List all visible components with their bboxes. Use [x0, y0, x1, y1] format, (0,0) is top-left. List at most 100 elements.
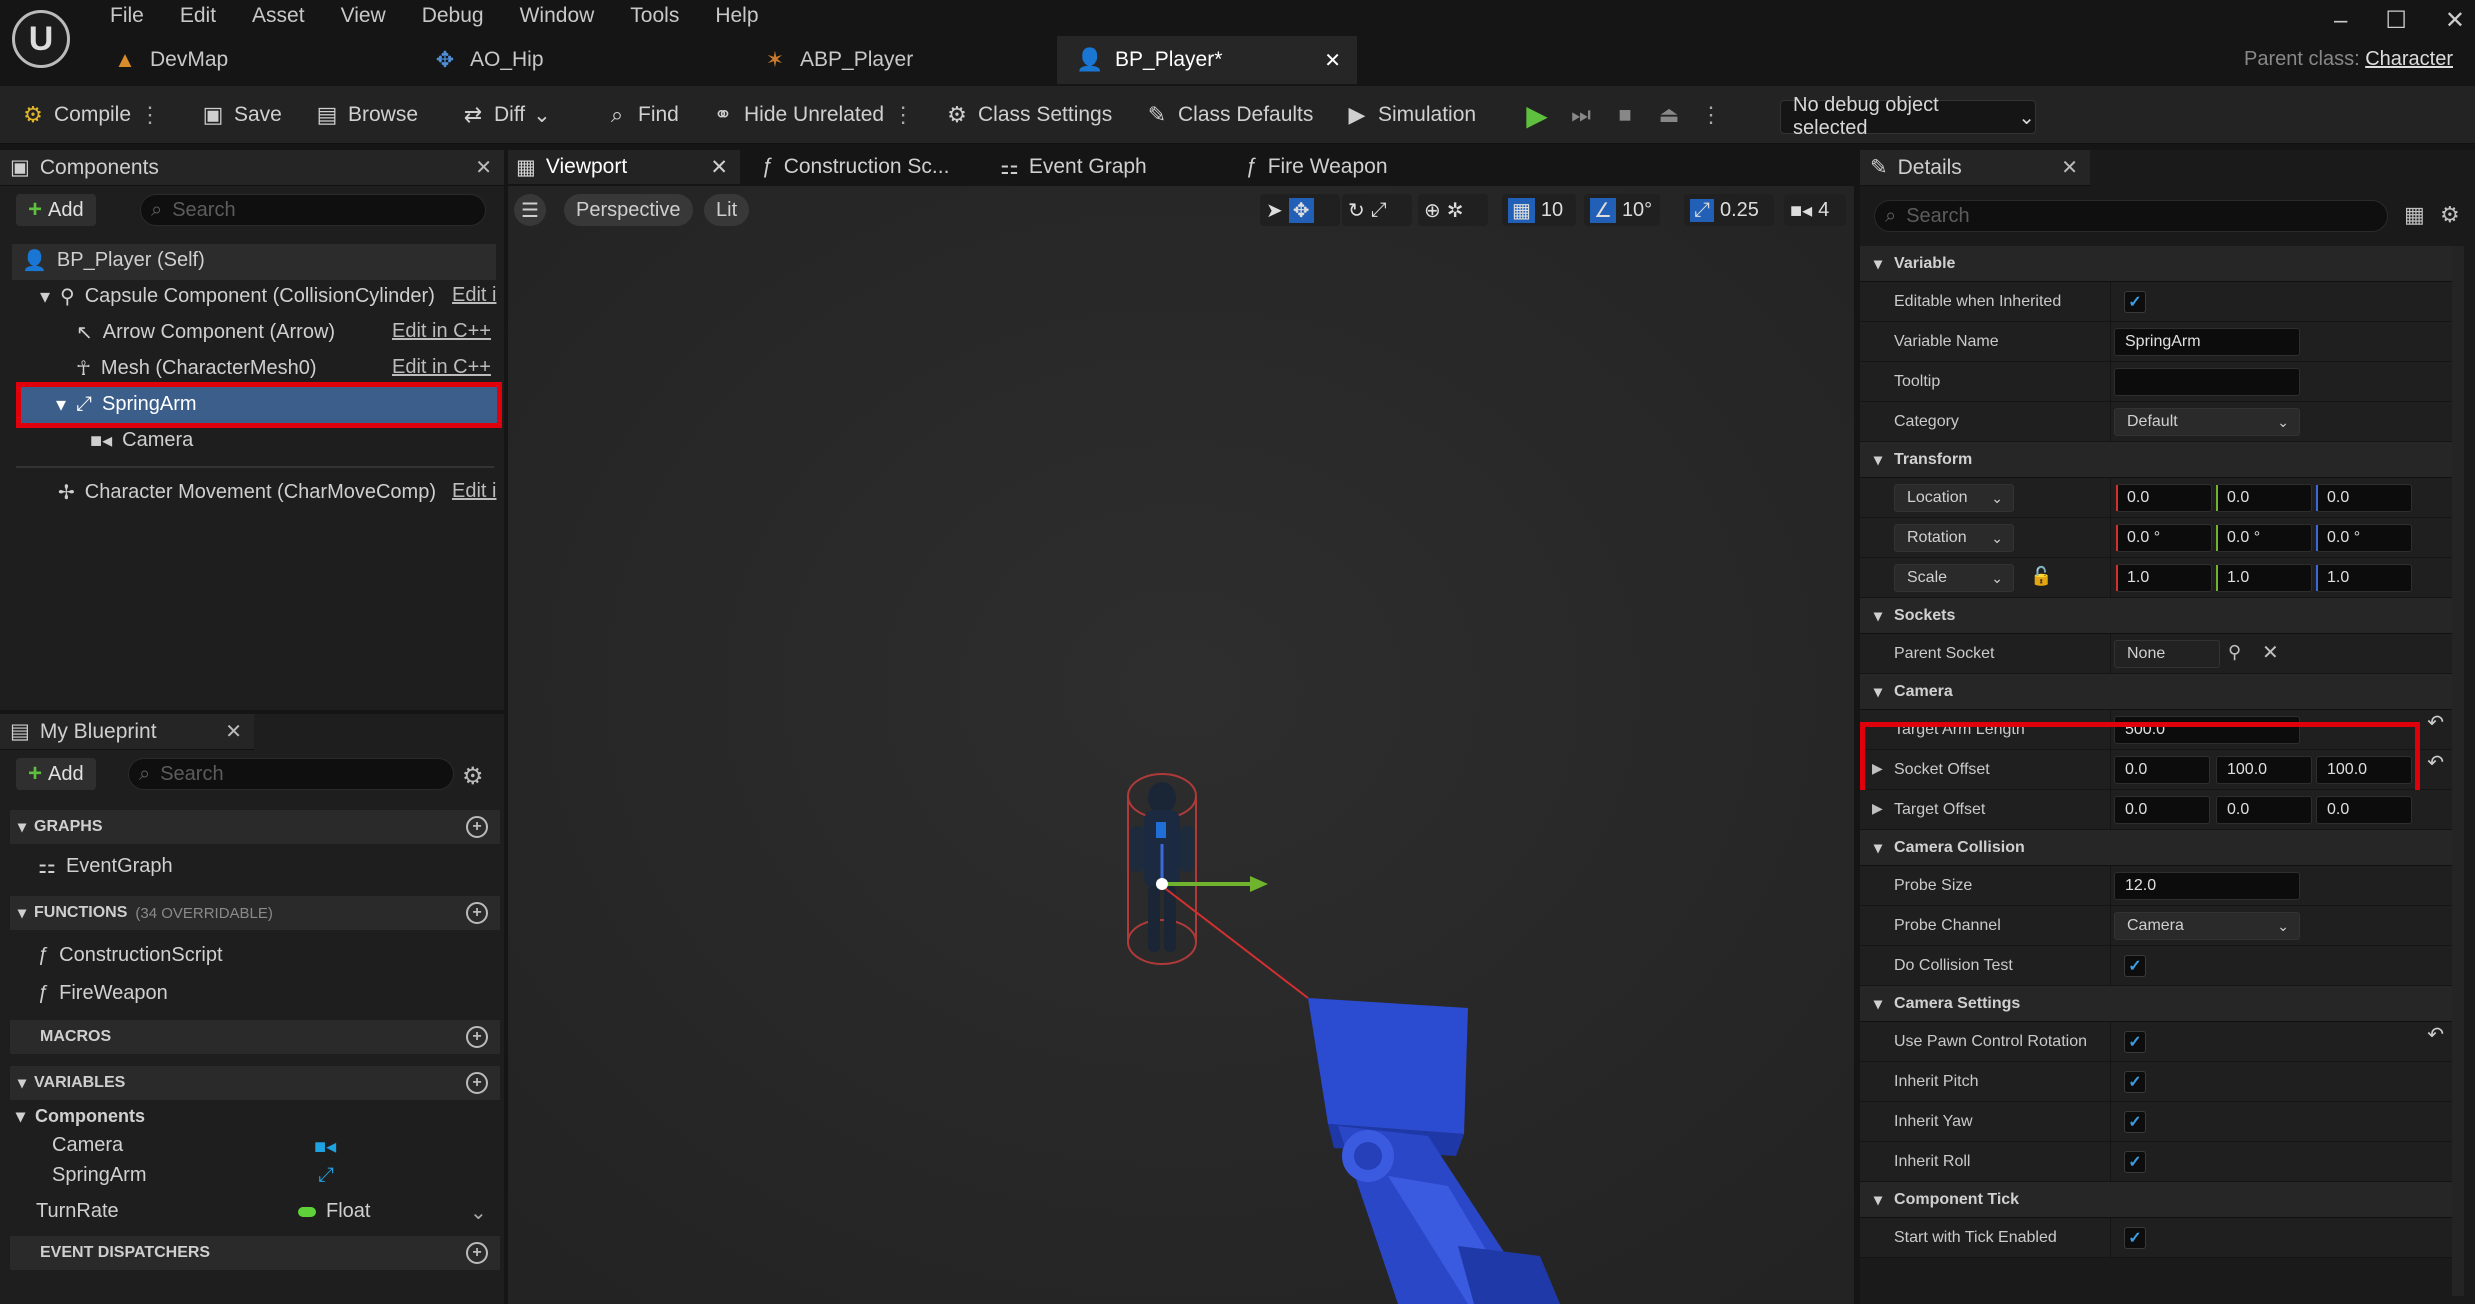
eject-icon[interactable]: ⏏	[1656, 102, 1682, 128]
scale-y-input[interactable]: 1.0	[2216, 564, 2312, 592]
compile-button[interactable]: ⚙ Compile ⋮	[20, 86, 161, 144]
section-camera[interactable]: ▾ Camera	[1860, 674, 2460, 710]
location-y-input[interactable]: 0.0	[2216, 484, 2312, 512]
gear-icon[interactable]: ⚙	[462, 762, 484, 791]
tree-item-springarm[interactable]: ▾ ⤢ SpringArm	[56, 392, 197, 417]
add-variable-icon[interactable]: +	[466, 1072, 488, 1094]
scale-icon[interactable]: ⤢	[1371, 199, 1387, 222]
section-sockets[interactable]: ▾ Sockets	[1860, 598, 2460, 634]
add-blueprint-item-button[interactable]: + Add	[16, 758, 96, 790]
parent-socket-field[interactable]: None	[2114, 640, 2220, 668]
close-icon[interactable]: ✕	[475, 155, 492, 180]
world-icon[interactable]: ⊕	[1424, 198, 1441, 223]
minimize-icon[interactable]: –	[2334, 7, 2347, 35]
viewport-options-button[interactable]: ☰	[514, 194, 546, 226]
more-icon[interactable]: ⋮	[139, 102, 161, 128]
gear-icon[interactable]: ⚙	[2440, 202, 2460, 228]
menu-help[interactable]: Help	[697, 2, 776, 30]
section-camera-settings[interactable]: ▾ Camera Settings	[1860, 986, 2460, 1022]
tree-item-camera[interactable]: ■◂ Camera	[90, 428, 193, 453]
debug-object-select[interactable]: No debug object selected ⌄	[1780, 94, 2036, 139]
blueprint-search-input[interactable]: ⌕ Search	[128, 758, 454, 790]
tab-viewport[interactable]: ▦ Viewport ✕	[508, 150, 740, 184]
move-icon[interactable]: ✥	[1288, 197, 1314, 223]
location-z-input[interactable]: 0.0	[2316, 484, 2412, 512]
category-combo[interactable]: Default ⌄	[2114, 408, 2300, 436]
play-icon[interactable]: ▶	[1524, 100, 1550, 131]
rotate-icon[interactable]: ↻	[1348, 198, 1365, 223]
menu-view[interactable]: View	[323, 2, 404, 30]
tree-item-capsule[interactable]: ▾ ⚲ Capsule Component (CollisionCylinder)	[40, 284, 435, 309]
variables-section[interactable]: ▾ VARIABLES +	[10, 1066, 500, 1100]
inherit-yaw-checkbox[interactable]: ✓	[2124, 1111, 2146, 1133]
menu-tools[interactable]: Tools	[612, 2, 697, 30]
turnrate-variable[interactable]: TurnRate	[36, 1200, 119, 1223]
scale-z-input[interactable]: 1.0	[2316, 564, 2412, 592]
class-settings-button[interactable]: ⚙ Class Settings	[944, 86, 1112, 144]
find-button[interactable]: ⌕ Find	[604, 86, 679, 144]
tab-ao-hip[interactable]: ✥ AO_Hip	[412, 36, 652, 84]
target-offset-y-input[interactable]: 0.0	[2216, 796, 2312, 824]
details-scrollbar[interactable]	[2452, 246, 2464, 1296]
macros-section[interactable]: MACROS +	[10, 1020, 500, 1054]
edit-capsule-link[interactable]: Edit i	[452, 284, 496, 307]
browse-button[interactable]: ▤ Browse	[314, 86, 418, 144]
do-collision-test-checkbox[interactable]: ✓	[2124, 955, 2146, 977]
tree-item-arrow[interactable]: ↖ Arrow Component (Arrow)	[76, 320, 335, 345]
tab-construction-script[interactable]: ƒ Construction Sc...	[762, 150, 949, 184]
menu-window[interactable]: Window	[502, 2, 613, 30]
tree-item-mesh[interactable]: ☥ Mesh (CharacterMesh0)	[76, 356, 317, 381]
menu-debug[interactable]: Debug	[404, 2, 502, 30]
reset-icon[interactable]: ↶	[2427, 710, 2444, 735]
target-offset-z-input[interactable]: 0.0	[2316, 796, 2412, 824]
select-icon[interactable]: ➤	[1266, 198, 1283, 223]
clear-icon[interactable]: ✕	[2262, 640, 2279, 665]
chevron-right-icon[interactable]: ▶	[1872, 800, 1883, 817]
reset-icon[interactable]: ↶	[2427, 1022, 2444, 1047]
location-combo[interactable]: Location ⌄	[1894, 484, 2014, 512]
probe-size-input[interactable]: 12.0	[2114, 872, 2300, 900]
lock-icon[interactable]: 🔓	[2030, 566, 2052, 587]
reset-icon[interactable]: ↶	[2427, 750, 2444, 775]
grid-snap-control[interactable]: ▦ 10	[1502, 194, 1576, 226]
close-icon[interactable]: ✕	[2445, 6, 2465, 35]
add-function-icon[interactable]: +	[466, 902, 488, 924]
probe-channel-combo[interactable]: Camera ⌄	[2114, 912, 2300, 940]
socket-browse-icon[interactable]: ⚲	[2228, 642, 2241, 663]
menu-asset[interactable]: Asset	[234, 2, 323, 30]
menu-file[interactable]: File	[92, 2, 162, 30]
section-camera-collision[interactable]: ▾ Camera Collision	[1860, 830, 2460, 866]
eventgraph-item[interactable]: ⚏ EventGraph	[38, 854, 173, 879]
details-search-input[interactable]: ⌕ Search	[1874, 200, 2388, 232]
add-graph-icon[interactable]: +	[466, 816, 488, 838]
graphs-section[interactable]: ▾ GRAPHS +	[10, 810, 500, 844]
target-offset-x-input[interactable]: 0.0	[2114, 796, 2210, 824]
camera-speed-control[interactable]: ■◂ 4	[1784, 194, 1846, 226]
tree-item-self[interactable]: 👤 BP_Player (Self)	[22, 248, 205, 273]
perspective-button[interactable]: Perspective	[564, 194, 693, 226]
chevron-down-icon[interactable]: ⌄	[470, 1200, 487, 1225]
turnrate-type[interactable]: Float	[298, 1200, 370, 1223]
tab-bp-player[interactable]: 👤 BP_Player* ✕	[1057, 36, 1357, 84]
edit-mesh-link[interactable]: Edit in C++	[392, 356, 491, 379]
event-dispatchers-section[interactable]: EVENT DISPATCHERS +	[10, 1236, 500, 1270]
use-pawn-rotation-checkbox[interactable]: ✓	[2124, 1031, 2146, 1053]
springarm-variable[interactable]: SpringArm	[52, 1164, 146, 1187]
section-variable[interactable]: ▾ Variable	[1860, 246, 2460, 282]
edit-arrow-link[interactable]: Edit in C++	[392, 320, 491, 343]
menu-edit[interactable]: Edit	[162, 2, 234, 30]
section-component-tick[interactable]: ▾ Component Tick	[1860, 1182, 2460, 1218]
tab-event-graph[interactable]: ⚏ Event Graph	[1000, 150, 1147, 184]
scale-snap-control[interactable]: ⤢ 0.25	[1684, 194, 1774, 226]
edit-movement-link[interactable]: Edit i	[452, 480, 496, 503]
components-search-input[interactable]: ⌕ Search	[140, 194, 486, 226]
lit-button[interactable]: Lit	[704, 194, 750, 226]
tab-abp-player[interactable]: ✶ ABP_Player	[742, 36, 1042, 84]
rotation-x-input[interactable]: 0.0 °	[2116, 524, 2212, 552]
class-defaults-button[interactable]: ✎ Class Defaults	[1144, 86, 1314, 144]
fireweapon-item[interactable]: ƒ FireWeapon	[38, 982, 168, 1005]
editable-checkbox[interactable]: ✓	[2124, 291, 2146, 313]
rotation-snap-control[interactable]: ∠ 10°	[1584, 194, 1660, 226]
save-button[interactable]: ▣ Save	[200, 86, 282, 144]
add-component-button[interactable]: + Add	[16, 194, 96, 226]
